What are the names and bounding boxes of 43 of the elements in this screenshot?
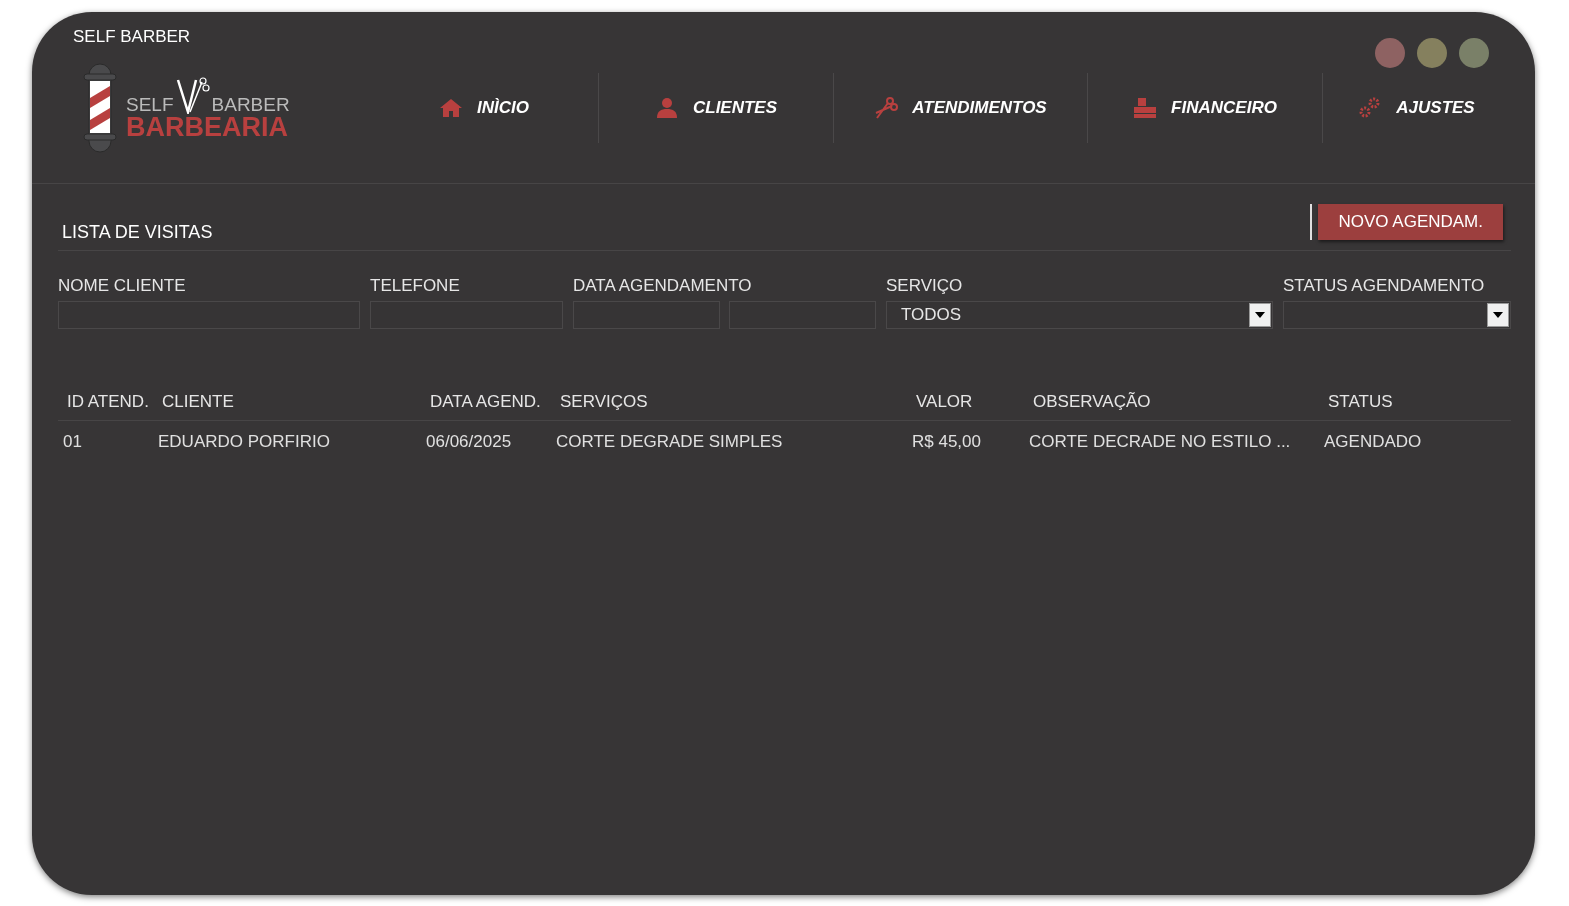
window-button-icon[interactable] — [1375, 38, 1405, 68]
new-appointment-button[interactable]: NOVO AGENDAM. — [1318, 204, 1503, 240]
cash-register-icon — [1133, 96, 1158, 120]
barber-pole-icon — [82, 62, 118, 154]
section-title: LISTA DE VISITAS — [61, 221, 213, 244]
filter-label: TELEFONE — [370, 275, 461, 297]
nav-tab[interactable]: AJUSTES — [1322, 73, 1510, 143]
table-cell-text: EDUARDO PORFIRIO — [158, 431, 331, 453]
logo-text: BARBEARIA — [126, 113, 289, 141]
column-header: STATUS — [1328, 390, 1394, 413]
home-icon — [439, 96, 463, 120]
table-row[interactable]: 01 EDUARDO PORFIRIO 06/06/2025 CORTE DEGRADE SIMPLES R$ 45,00 CORTE DECRADE NO ESTILO ... AGENDADO — [58, 421, 1511, 455]
select-field[interactable]: TODOS — [886, 300, 1273, 329]
table-cell-text: AGENDADO — [1324, 431, 1423, 453]
nav-tab[interactable]: CLIENTES — [598, 73, 833, 143]
logo-text: SELF — [126, 94, 174, 114]
table-cell-text: CORTE DEGRADE SIMPLES — [556, 431, 784, 453]
window-button-icon[interactable] — [1459, 38, 1489, 68]
nav-tab[interactable]: FINANCEIRO — [1087, 73, 1322, 143]
filter-label: DATA AGENDAMENTO — [573, 275, 753, 297]
filter-label: SERVIÇO — [886, 275, 964, 297]
column-header: ID ATEND. — [67, 390, 150, 413]
select-value: TODOS — [900, 303, 962, 326]
scissors-icon — [175, 75, 210, 114]
filter-label: STATUS AGENDAMENTO — [1283, 275, 1486, 297]
logo-text: BARBER — [211, 94, 290, 114]
column-header: SERVIÇOS — [560, 390, 649, 413]
select-field[interactable] — [1283, 300, 1511, 329]
person-icon — [654, 96, 679, 120]
window-title: SELF BARBER — [73, 26, 191, 48]
table-cell-text: R$ 45,00 — [912, 431, 982, 453]
column-header: DATA AGEND. — [430, 390, 542, 413]
nav-tab[interactable]: ATENDIMENTOS — [833, 73, 1087, 143]
table-cell-text: 06/06/2025 — [426, 431, 513, 453]
nav-tab[interactable]: INÌCIO — [370, 73, 598, 143]
table-cell-text: 01 — [63, 431, 83, 453]
column-header: VALOR — [916, 390, 974, 413]
column-header: OBSERVAÇÃO — [1033, 390, 1152, 413]
column-header: CLIENTE — [162, 390, 235, 413]
table-cell-text: CORTE DECRADE NO ESTILO ... — [1029, 431, 1292, 453]
scissors-icon — [874, 96, 899, 120]
window-button-icon[interactable] — [1417, 38, 1447, 68]
filter-label: NOME CLIENTE — [58, 275, 187, 297]
